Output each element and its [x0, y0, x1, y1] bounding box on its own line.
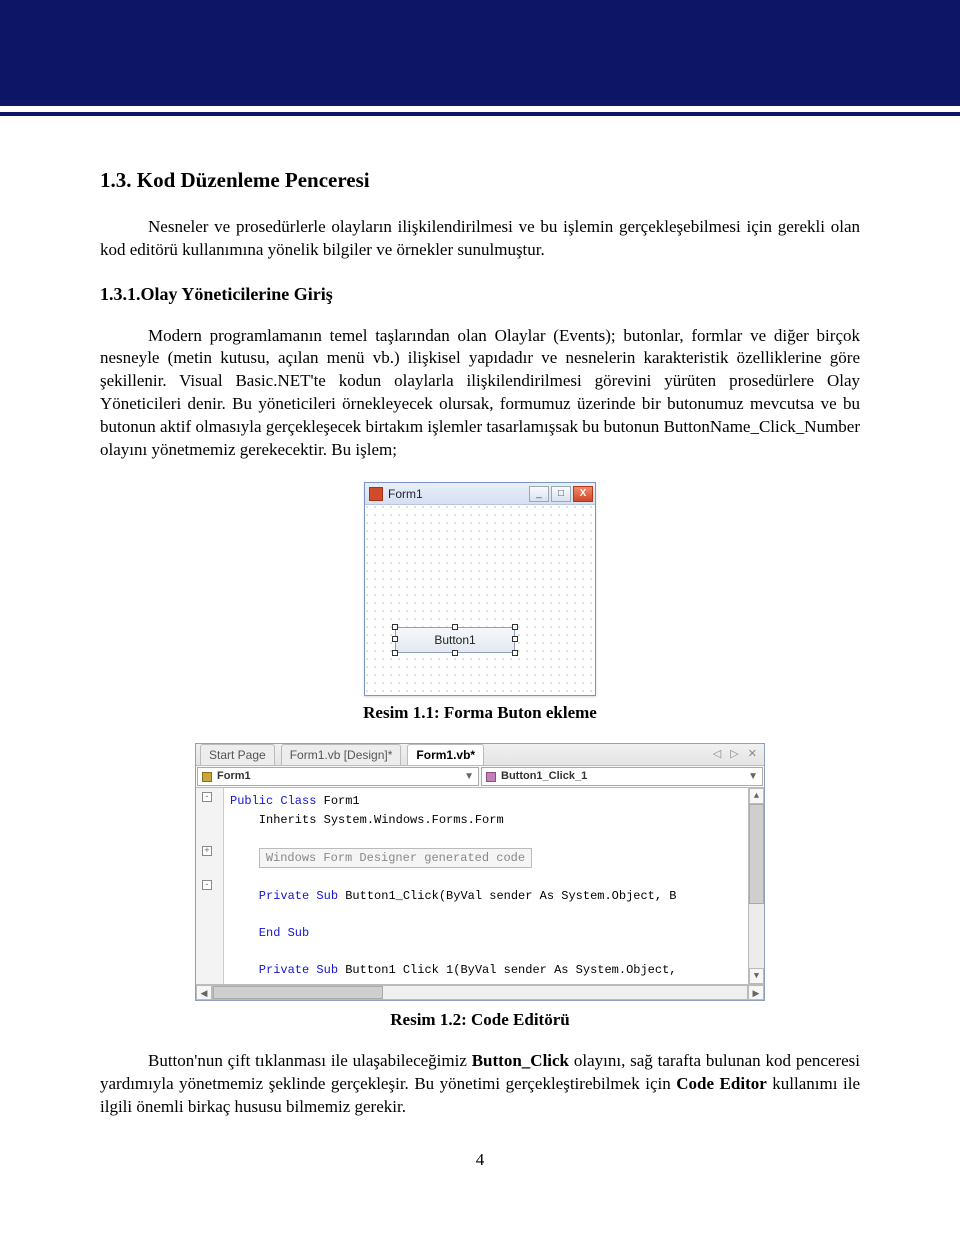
code-text: Inherits System.Windows.Forms.Form — [230, 813, 504, 827]
code-lines: Public Class Form1 Inherits System.Windo… — [230, 792, 762, 980]
resize-handle[interactable] — [392, 636, 398, 642]
page-content: 1.3. Kod Düzenleme Penceresi Nesneler ve… — [100, 116, 860, 1212]
editor-tabstrip: Start Page Form1.vb [Design]* Form1.vb* … — [196, 744, 764, 766]
figure-1-caption: Resim 1.1: Forma Buton ekleme — [100, 702, 860, 725]
maximize-button[interactable]: □ — [551, 486, 571, 502]
form1-design-surface[interactable]: Button1 — [365, 505, 595, 695]
method-selector[interactable]: Button1_Click_1 ▼ — [481, 767, 763, 786]
class-icon — [202, 772, 212, 782]
code-keyword: Private Sub — [230, 889, 338, 903]
scroll-right-button[interactable]: ▶ — [748, 985, 764, 1000]
hscroll-thumb[interactable] — [213, 986, 383, 999]
resize-handle[interactable] — [452, 650, 458, 656]
page-number: 4 — [100, 1149, 860, 1172]
tab-start-page[interactable]: Start Page — [200, 744, 275, 765]
hscroll-track[interactable] — [212, 985, 748, 1000]
figure-2-wrap: Start Page Form1.vb [Design]* Form1.vb* … — [100, 743, 860, 1003]
code-keyword: Public Class — [230, 794, 316, 808]
form1-title: Form1 — [388, 486, 527, 502]
code-text: Button1 Click 1(ByVal sender As System.O… — [338, 963, 676, 977]
combo-row: Form1 ▼ Button1_Click_1 ▼ — [196, 766, 764, 788]
tab-tools[interactable]: ◁ ▷ ✕ — [713, 747, 760, 762]
class-selector[interactable]: Form1 ▼ — [197, 767, 479, 786]
chevron-down-icon: ▼ — [748, 770, 758, 784]
resize-handle[interactable] — [392, 624, 398, 630]
code-gutter: - + - — [196, 788, 224, 984]
section-intro: Nesneler ve prosedürlerle olayların iliş… — [100, 216, 860, 262]
scroll-up-button[interactable]: ▲ — [749, 788, 764, 804]
code-text: Form1 — [316, 794, 359, 808]
header-band — [0, 0, 960, 106]
section-title: 1.3. Kod Düzenleme Penceresi — [100, 166, 860, 194]
resize-handle[interactable] — [392, 650, 398, 656]
form1-titlebar: Form1 _ □ X — [365, 483, 595, 505]
code-editor-window: Start Page Form1.vb [Design]* Form1.vb* … — [195, 743, 765, 1001]
figure-2-caption: Resim 1.2: Code Editörü — [100, 1009, 860, 1032]
resize-handle[interactable] — [512, 636, 518, 642]
form-icon — [369, 487, 383, 501]
outline-expand-icon[interactable]: + — [202, 846, 212, 856]
vscroll-track[interactable] — [749, 804, 764, 968]
horizontal-scrollbar[interactable]: ◀ ▶ — [196, 984, 764, 1000]
method-selector-label: Button1_Click_1 — [501, 769, 587, 784]
chevron-down-icon: ▼ — [464, 770, 474, 784]
tab-code[interactable]: Form1.vb* — [407, 744, 484, 765]
minimize-button[interactable]: _ — [529, 486, 549, 502]
code-body[interactable]: - + - ▲ ▼ Public Class Form1 Inherits Sy… — [196, 788, 764, 984]
closing-paragraph: Button'nun çift tıklanması ile ulaşabile… — [100, 1050, 860, 1119]
close-button[interactable]: X — [573, 486, 593, 502]
outline-collapse-icon[interactable]: - — [202, 792, 212, 802]
resize-handle[interactable] — [512, 624, 518, 630]
subsection-title: 1.3.1.Olay Yöneticilerine Giriş — [100, 282, 860, 306]
subsection-body: Modern programlamanın temel taşlarından … — [100, 325, 860, 463]
code-text: Button1_Click(ByVal sender As System.Obj… — [338, 889, 676, 903]
code-keyword: End Sub — [230, 926, 309, 940]
vertical-scrollbar[interactable]: ▲ ▼ — [748, 788, 764, 984]
method-icon — [486, 772, 496, 782]
scroll-left-button[interactable]: ◀ — [196, 985, 212, 1000]
tab-design[interactable]: Form1.vb [Design]* — [281, 744, 402, 765]
scroll-down-button[interactable]: ▼ — [749, 968, 764, 984]
class-selector-label: Form1 — [217, 769, 251, 784]
resize-handle[interactable] — [452, 624, 458, 630]
outline-collapse-icon[interactable]: - — [202, 880, 212, 890]
figure-1-wrap: Form1 _ □ X Button1 — [100, 482, 860, 696]
code-region[interactable]: Windows Form Designer generated code — [259, 848, 532, 869]
form1-window: Form1 _ □ X Button1 — [364, 482, 596, 696]
vscroll-thumb[interactable] — [749, 804, 764, 904]
resize-handle[interactable] — [512, 650, 518, 656]
code-keyword: Private Sub — [230, 963, 338, 977]
